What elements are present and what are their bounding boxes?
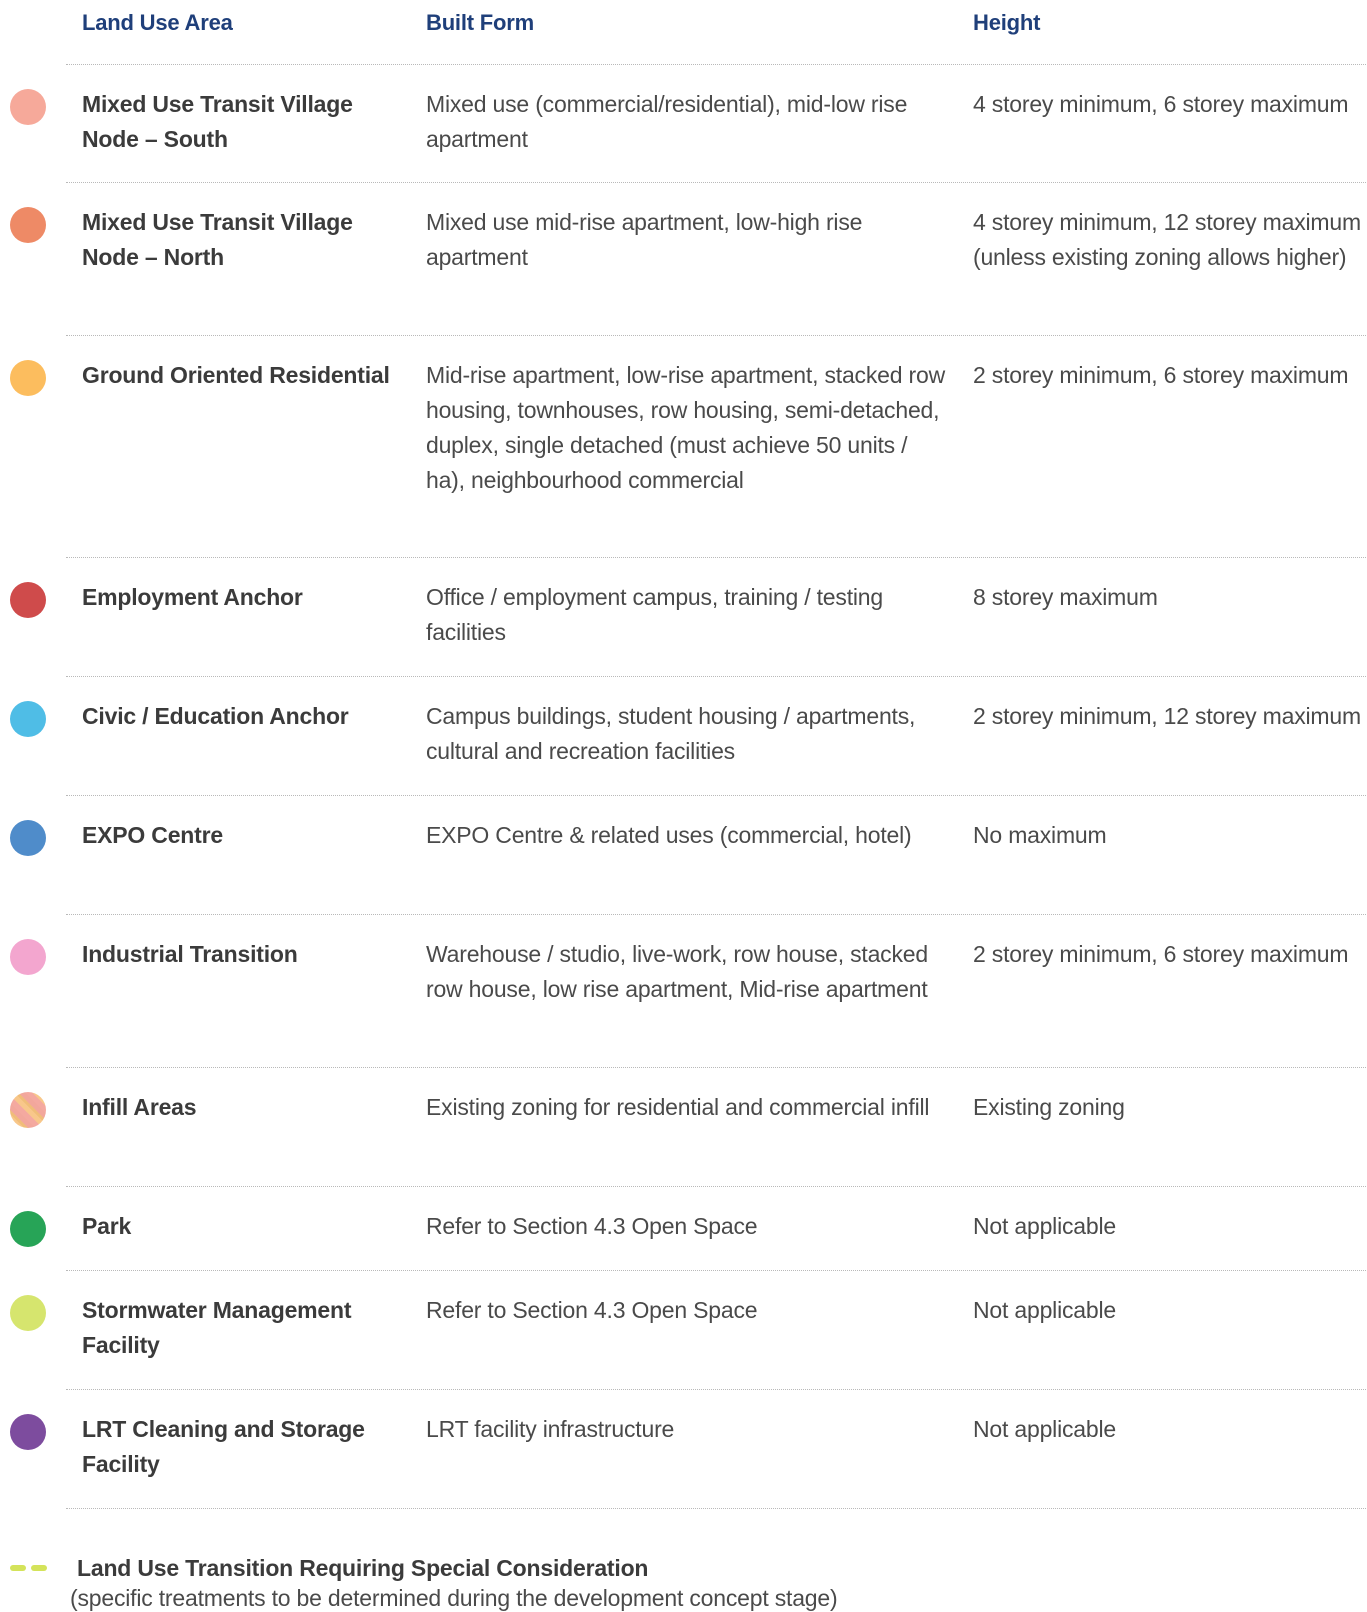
header-land-use-area: Land Use Area [82, 10, 233, 35]
height-cell: Existing zoning [973, 1094, 1125, 1120]
row-divider [66, 557, 1366, 558]
height-cell: Not applicable [973, 1213, 1116, 1239]
height-cell: Not applicable [973, 1297, 1116, 1323]
land-use-color-swatch [10, 1092, 46, 1128]
land-use-area-cell: Civic / Education Anchor [82, 703, 349, 729]
row-divider [66, 182, 1366, 183]
row-divider [66, 676, 1366, 677]
built-form-cell: Mid-rise apartment, low-rise apartment, … [426, 362, 945, 493]
row-divider [66, 1389, 1366, 1390]
built-form-cell: Office / employment campus, training / t… [426, 584, 883, 645]
land-use-color-swatch [10, 1211, 46, 1247]
row-divider [66, 1508, 1366, 1509]
land-use-area-cell: Industrial Transition [82, 941, 298, 967]
height-cell: 4 storey minimum, 12 storey maximum (unl… [973, 209, 1361, 270]
height-cell: 2 storey minimum, 12 storey maximum [973, 703, 1361, 729]
height-cell: No maximum [973, 822, 1107, 848]
built-form-cell: EXPO Centre & related uses (commercial, … [426, 822, 912, 848]
land-use-area-cell: Mixed Use Transit Village Node – North [82, 209, 353, 270]
built-form-cell: Existing zoning for residential and comm… [426, 1094, 930, 1120]
land-use-area-cell: Infill Areas [82, 1094, 197, 1120]
built-form-cell: Mixed use (commercial/residential), mid-… [426, 91, 908, 152]
land-use-color-swatch [10, 360, 46, 396]
row-divider [66, 64, 1366, 65]
land-use-area-cell: Ground Oriented Residential [82, 362, 390, 388]
table-header: Land Use Area Built Form Height [0, 10, 1367, 46]
height-cell: 8 storey maximum [973, 584, 1158, 610]
land-use-area-cell: Employment Anchor [82, 584, 303, 610]
land-use-area-cell: Stormwater Management Facility [82, 1297, 352, 1358]
built-form-cell: Refer to Section 4.3 Open Space [426, 1297, 758, 1323]
land-use-color-swatch [10, 582, 46, 618]
height-cell: 4 storey minimum, 6 storey maximum [973, 91, 1349, 117]
header-built-form: Built Form [426, 10, 534, 35]
built-form-cell: Campus buildings, student housing / apar… [426, 703, 916, 764]
row-divider [66, 795, 1366, 796]
land-use-color-swatch [10, 820, 46, 856]
land-use-color-swatch [10, 207, 46, 243]
built-form-cell: Warehouse / studio, live-work, row house… [426, 941, 928, 1002]
land-use-color-swatch [10, 89, 46, 125]
built-form-cell: Refer to Section 4.3 Open Space [426, 1213, 758, 1239]
height-cell: 2 storey minimum, 6 storey maximum [973, 941, 1349, 967]
land-use-color-swatch [10, 1414, 46, 1450]
land-use-area-cell: LRT Cleaning and Storage Facility [82, 1416, 365, 1477]
dashed-line-icon [10, 1565, 48, 1571]
dash-segment [31, 1565, 47, 1571]
row-divider [66, 1270, 1366, 1271]
legend-title: Land Use Transition Requiring Special Co… [77, 1555, 649, 1581]
land-use-color-swatch [10, 701, 46, 737]
land-use-area-cell: Mixed Use Transit Village Node – South [82, 91, 353, 152]
height-cell: 2 storey minimum, 6 storey maximum [973, 362, 1349, 388]
land-use-area-cell: Park [82, 1213, 132, 1239]
legend-note: (specific treatments to be determined du… [70, 1585, 838, 1611]
row-divider [66, 1067, 1366, 1068]
row-divider [66, 914, 1366, 915]
row-divider [66, 1186, 1366, 1187]
height-cell: Not applicable [973, 1416, 1116, 1442]
row-divider [66, 335, 1366, 336]
land-use-color-swatch [10, 939, 46, 975]
dash-segment [10, 1565, 26, 1571]
built-form-cell: Mixed use mid-rise apartment, low-high r… [426, 209, 863, 270]
built-form-cell: LRT facility infrastructure [426, 1416, 675, 1442]
header-height: Height [973, 10, 1041, 35]
land-use-color-swatch [10, 1295, 46, 1331]
land-use-area-cell: EXPO Centre [82, 822, 223, 848]
